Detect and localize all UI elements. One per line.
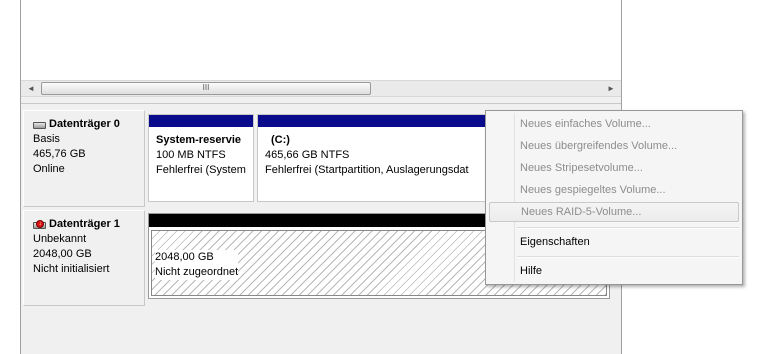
disk-1-type: Unbekannt: [33, 233, 87, 245]
menu-item-properties[interactable]: Eigenschaften: [489, 232, 739, 252]
disk-1-title: ↓ Datenträger 1: [33, 217, 144, 232]
menu-item-help[interactable]: Hilfe: [489, 261, 739, 281]
partition-bar: [149, 115, 253, 128]
disk-error-icon: ↓: [33, 219, 47, 229]
menu-item-new-mirrored-volume[interactable]: Neues gespiegeltes Volume...: [489, 180, 739, 200]
horizontal-scrollbar[interactable]: ◄ III ►: [21, 80, 621, 97]
partition-size: 100 MB NTFS: [156, 149, 226, 161]
disk-0-status: Online: [33, 163, 65, 175]
scrollbar-thumb[interactable]: III: [41, 82, 371, 95]
hard-disk-icon: [33, 121, 47, 129]
scroll-left-arrow[interactable]: ◄: [23, 82, 39, 96]
disk-0-label[interactable]: Datenträger 0 Basis 465,76 GB Online: [23, 110, 145, 207]
menu-item-new-spanned-volume[interactable]: Neues übergreifendes Volume...: [489, 136, 739, 156]
menu-item-new-striped-volume[interactable]: Neues Stripesetvolume...: [489, 158, 739, 178]
disk-1-status: Nicht initialisiert: [33, 263, 110, 275]
menu-separator: [517, 227, 739, 229]
context-menu: Neues einfaches Volume... Neues übergrei…: [485, 110, 743, 285]
disk-0-name: Datenträger 0: [49, 118, 120, 130]
menu-item-new-simple-volume[interactable]: Neues einfaches Volume...: [489, 114, 739, 134]
unallocated-size: 2048,00 GB: [155, 250, 239, 265]
volume-list[interactable]: [21, 0, 621, 80]
disk-0-size: 465,76 GB: [33, 148, 86, 160]
menu-separator: [517, 256, 739, 258]
unallocated-status: Nicht zugeordnet: [155, 265, 239, 280]
disk-1-label[interactable]: ↓ Datenträger 1 Unbekannt 2048,00 GB Nic…: [23, 210, 145, 306]
pane-splitter[interactable]: [21, 97, 621, 104]
partition-system-reserved[interactable]: System-reservie 100 MB NTFS Fehlerfrei (…: [148, 114, 254, 202]
partition-status: Fehlerfrei (System: [156, 164, 246, 176]
disk-0-title: Datenträger 0: [33, 117, 144, 132]
disk-1-size: 2048,00 GB: [33, 248, 92, 260]
scroll-right-arrow[interactable]: ►: [603, 82, 619, 96]
disk-0-type: Basis: [33, 133, 60, 145]
partition-title: System-reservie: [156, 134, 242, 146]
menu-item-new-raid5-volume[interactable]: Neues RAID-5-Volume...: [489, 202, 739, 222]
disk-1-name: Datenträger 1: [49, 218, 120, 230]
